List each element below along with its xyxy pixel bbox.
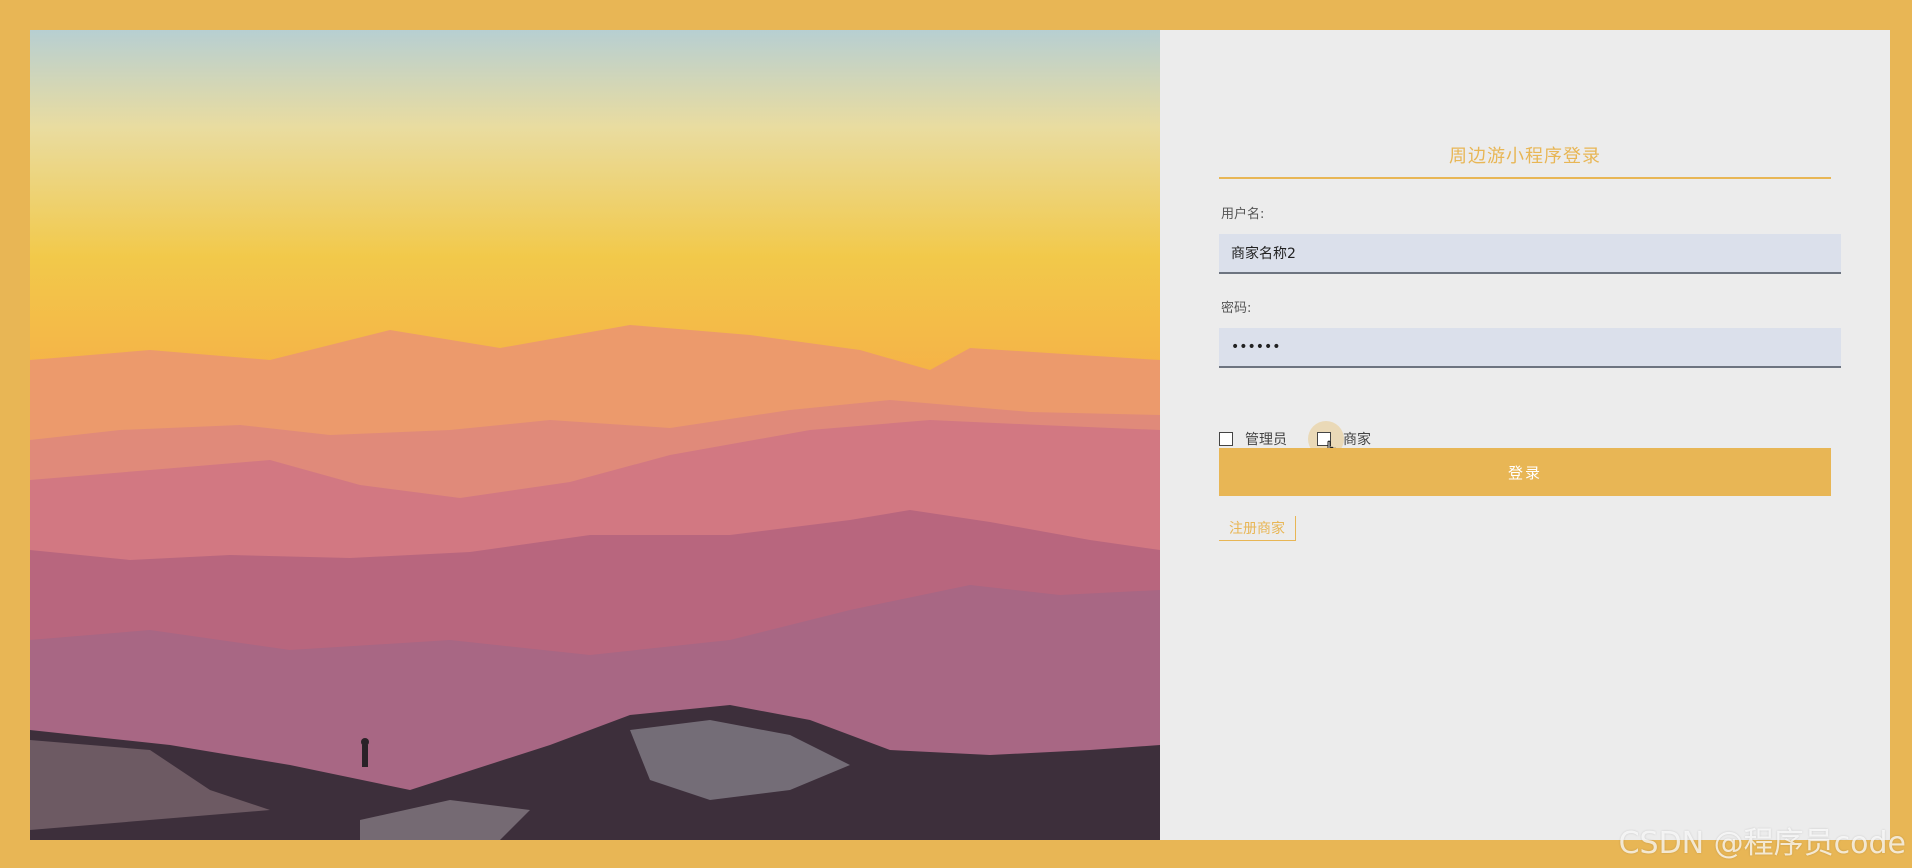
username-input[interactable] [1219, 234, 1841, 274]
register-merchant-link[interactable]: 注册商家 [1219, 516, 1296, 541]
role-admin-label: 管理员 [1245, 432, 1287, 448]
role-merchant-label: 商家 [1343, 432, 1371, 448]
login-button[interactable]: 登录 [1219, 448, 1831, 496]
admin-checkbox[interactable] [1219, 432, 1233, 446]
page-frame: 周边游小程序登录 用户名: 密码: 管理员 商家 登录 注册商家 CSDN @程… [0, 0, 1912, 868]
login-panel: 周边游小程序登录 用户名: 密码: 管理员 商家 登录 注册商家 [1160, 30, 1890, 840]
csdn-watermark: CSDN @程序员code [1618, 826, 1906, 861]
password-input[interactable] [1219, 328, 1841, 368]
title-underline [1219, 177, 1831, 179]
role-selector: 管理员 商家 [1219, 429, 1401, 449]
password-label: 密码: [1221, 301, 1252, 316]
mountain-sunset-illustration [30, 30, 1160, 840]
username-label: 用户名: [1221, 207, 1265, 222]
role-admin-option[interactable]: 管理员 [1219, 429, 1287, 449]
hero-landscape-image [30, 30, 1160, 840]
login-title: 周边游小程序登录 [1449, 146, 1601, 167]
